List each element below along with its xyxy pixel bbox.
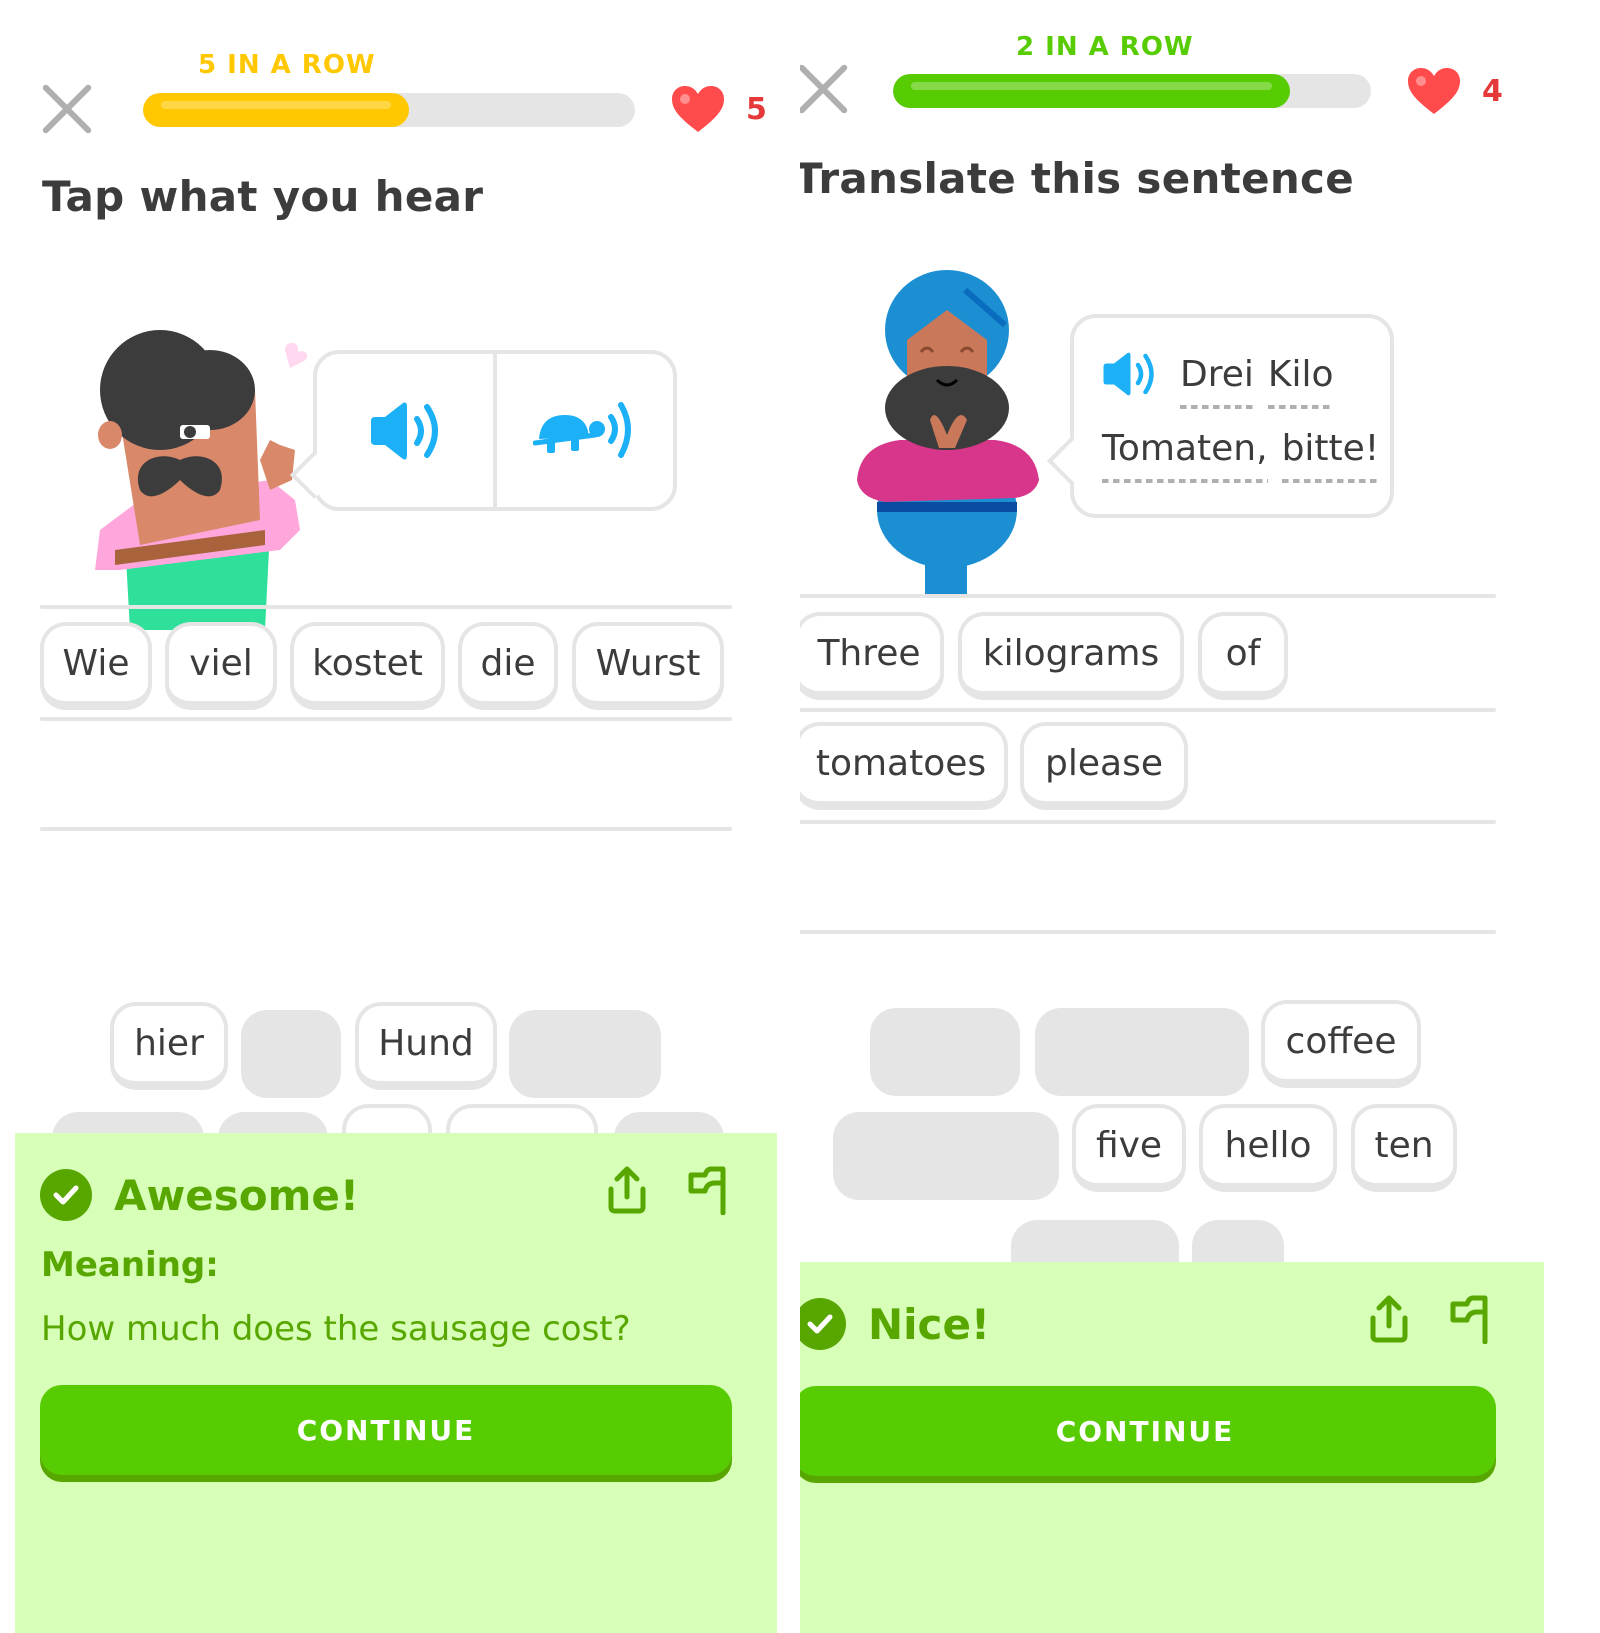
hearts-counter[interactable]: 5 bbox=[670, 84, 767, 134]
answer-tile[interactable]: viel bbox=[165, 622, 277, 710]
feedback-title: Awesome! bbox=[114, 1170, 360, 1220]
progress-fill bbox=[893, 74, 1290, 108]
answer-tile[interactable]: kilograms bbox=[958, 612, 1184, 700]
lesson-progress-bar bbox=[893, 74, 1371, 108]
play-audio-button[interactable] bbox=[317, 354, 493, 507]
flag-icon bbox=[1450, 1295, 1488, 1345]
answer-tile[interactable]: tomatoes bbox=[800, 722, 1008, 810]
word-tile[interactable]: hello bbox=[1199, 1104, 1337, 1192]
feedback-panel: Awesome! Meaning: How much does the saus… bbox=[15, 1133, 777, 1633]
word-tile[interactable]: ten bbox=[1351, 1104, 1457, 1192]
report-button[interactable] bbox=[1449, 1294, 1493, 1348]
answer-line-3 bbox=[40, 827, 732, 831]
share-button[interactable] bbox=[1367, 1294, 1411, 1348]
feedback-title: Nice! bbox=[868, 1299, 991, 1349]
word-tile[interactable]: Hund bbox=[355, 1002, 497, 1090]
close-lesson-button[interactable] bbox=[40, 82, 94, 136]
continue-button[interactable]: CONTINUE bbox=[40, 1385, 732, 1475]
word-tile-used bbox=[241, 1010, 341, 1098]
speaker-icon bbox=[371, 402, 438, 459]
share-icon bbox=[608, 1166, 646, 1214]
lesson-progress-bar bbox=[143, 93, 635, 127]
streak-label: 5 IN A ROW bbox=[198, 50, 376, 80]
answer-tile[interactable]: Wurst bbox=[572, 622, 724, 710]
streak-label: 2 IN A ROW bbox=[1016, 32, 1194, 62]
answer-tile[interactable]: die bbox=[458, 622, 558, 710]
heart-icon bbox=[672, 86, 724, 132]
progress-fill bbox=[143, 93, 409, 127]
answer-line-1 bbox=[800, 594, 1496, 598]
answer-line-2 bbox=[800, 708, 1496, 712]
meaning-text: How much does the sausage cost? bbox=[41, 1309, 631, 1349]
play-slow-audio-button[interactable] bbox=[493, 354, 673, 507]
close-lesson-button[interactable] bbox=[800, 62, 850, 116]
bubble-tail bbox=[1046, 436, 1096, 486]
report-button[interactable] bbox=[687, 1165, 731, 1219]
word-tile-used bbox=[833, 1112, 1059, 1200]
heart-icon bbox=[1408, 68, 1460, 114]
word-tile-used bbox=[509, 1010, 661, 1098]
check-circle-icon bbox=[800, 1298, 846, 1350]
hearts-counter[interactable]: 4 bbox=[1406, 66, 1503, 116]
answer-tile[interactable]: Three bbox=[800, 612, 944, 700]
speaker-icon[interactable] bbox=[1100, 350, 1158, 398]
check-circle-icon bbox=[40, 1169, 92, 1221]
share-icon bbox=[1370, 1295, 1408, 1343]
hearts-count: 4 bbox=[1482, 73, 1503, 109]
turtle-speaker-icon bbox=[533, 401, 631, 458]
answer-tile[interactable]: please bbox=[1020, 722, 1188, 810]
answer-line-3 bbox=[800, 820, 1496, 824]
word-tile[interactable]: hier bbox=[110, 1002, 228, 1090]
answer-tile[interactable]: kostet bbox=[290, 622, 445, 710]
prompt-word[interactable]: Kilo bbox=[1267, 354, 1334, 409]
translate-sentence-screen: 2 IN A ROW 4 Translate this sentence Dre… bbox=[800, 0, 1600, 1633]
flag-icon bbox=[688, 1166, 726, 1216]
prompt-bubble: Drei Kilo Tomaten, bitte! bbox=[1046, 314, 1394, 518]
word-tile-used bbox=[870, 1008, 1020, 1096]
prompt-word[interactable]: Drei bbox=[1180, 354, 1254, 409]
answer-line-1 bbox=[40, 605, 732, 609]
word-tile[interactable]: coffee bbox=[1261, 1000, 1421, 1088]
continue-button[interactable]: CONTINUE bbox=[800, 1386, 1496, 1476]
word-tile-used bbox=[1035, 1008, 1249, 1096]
answer-line-4 bbox=[800, 930, 1496, 934]
prompt-word[interactable]: Tomaten, bbox=[1102, 428, 1268, 483]
answer-line-2 bbox=[40, 717, 732, 721]
audio-bubble bbox=[289, 350, 677, 511]
answer-tile[interactable]: of bbox=[1198, 612, 1288, 700]
tap-what-you-hear-screen: 5 IN A ROW 5 Tap what you hear Wie viel … bbox=[0, 0, 800, 1633]
exercise-title: Translate this sentence bbox=[800, 154, 1355, 203]
meaning-label: Meaning: bbox=[41, 1245, 219, 1285]
share-button[interactable] bbox=[605, 1165, 649, 1219]
feedback-panel: Nice! CONTINUE bbox=[800, 1262, 1544, 1633]
answer-tile[interactable]: Wie bbox=[40, 622, 152, 710]
character-illustration bbox=[95, 330, 308, 630]
prompt-word[interactable]: bitte! bbox=[1281, 428, 1379, 483]
exercise-title: Tap what you hear bbox=[42, 172, 484, 221]
character-illustration bbox=[857, 270, 1039, 598]
word-tile[interactable]: five bbox=[1072, 1104, 1186, 1192]
hearts-count: 5 bbox=[746, 91, 767, 127]
